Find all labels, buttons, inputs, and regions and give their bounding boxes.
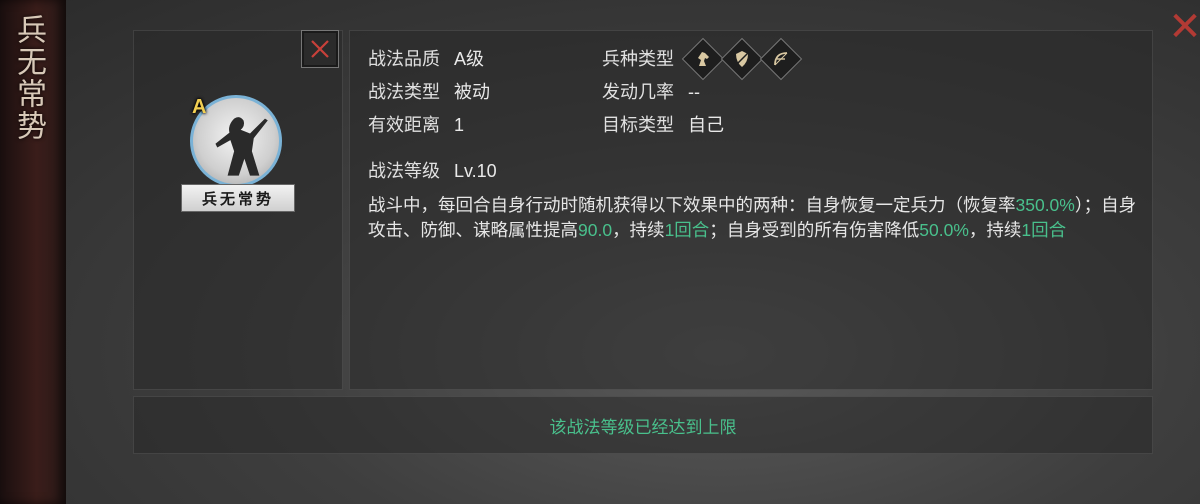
desc-segment: ；自身受到的所有伤害降低 xyxy=(709,220,920,240)
level-label: 战法等级 xyxy=(368,161,440,181)
desc-segment: 战斗中，每回合自身行动时随机获得以下效果中的两种：自身恢复一定兵力（恢复率 xyxy=(368,195,1016,215)
side-title: 兵无常势 xyxy=(11,14,46,142)
level-value: Lv.10 xyxy=(454,161,497,181)
close-icon[interactable]: ✕ xyxy=(1168,7,1200,47)
type-label: 战法类型 xyxy=(368,82,440,102)
target-value: 自己 xyxy=(688,115,724,135)
desc-segment: ，持续 xyxy=(612,220,665,240)
close-button[interactable] xyxy=(301,30,339,68)
side-strip: 兵无常势 xyxy=(0,0,66,504)
close-x-icon xyxy=(311,40,329,58)
target-row: 目标类型 自己 xyxy=(602,114,724,136)
troop-label: 兵种类型 xyxy=(602,49,674,69)
desc-highlight: 350.0% xyxy=(1015,195,1075,215)
desc-highlight: 50.0% xyxy=(919,220,969,240)
target-label: 目标类型 xyxy=(602,115,674,135)
desc-segment: ，持续 xyxy=(968,220,1022,240)
quality-label: 战法品质 xyxy=(368,49,440,69)
range-row: 有效距离 1 xyxy=(368,114,464,136)
troop-icons xyxy=(681,37,803,81)
desc-highlight: 90.0 xyxy=(578,220,613,240)
skill-description: 战斗中，每回合自身行动时随机获得以下效果中的两种：自身恢复一定兵力（恢复率350… xyxy=(368,193,1138,243)
type-value: 被动 xyxy=(454,82,490,102)
rate-value: -- xyxy=(688,82,700,102)
desc-highlight: 1回合 xyxy=(1021,220,1067,240)
troop-row: 兵种类型 xyxy=(602,37,803,81)
level-row: 战法等级 Lv.10 xyxy=(368,160,497,182)
quality-row: 战法品质 A级 xyxy=(368,48,484,70)
max-level-bar: 该战法等级已经达到上限 xyxy=(133,396,1153,454)
quality-value: A级 xyxy=(454,49,485,69)
rate-row: 发动几率 -- xyxy=(602,81,700,103)
range-label: 有效距离 xyxy=(368,115,440,135)
skill-name-tag: 兵无常势 xyxy=(181,184,295,212)
grade-badge: A xyxy=(192,96,207,118)
rate-label: 发动几率 xyxy=(602,82,674,102)
type-row: 战法类型 被动 xyxy=(368,81,490,103)
range-value: 1 xyxy=(454,115,465,135)
desc-highlight: 1回合 xyxy=(664,220,710,240)
max-level-message: 该战法等级已经达到上限 xyxy=(549,417,737,437)
